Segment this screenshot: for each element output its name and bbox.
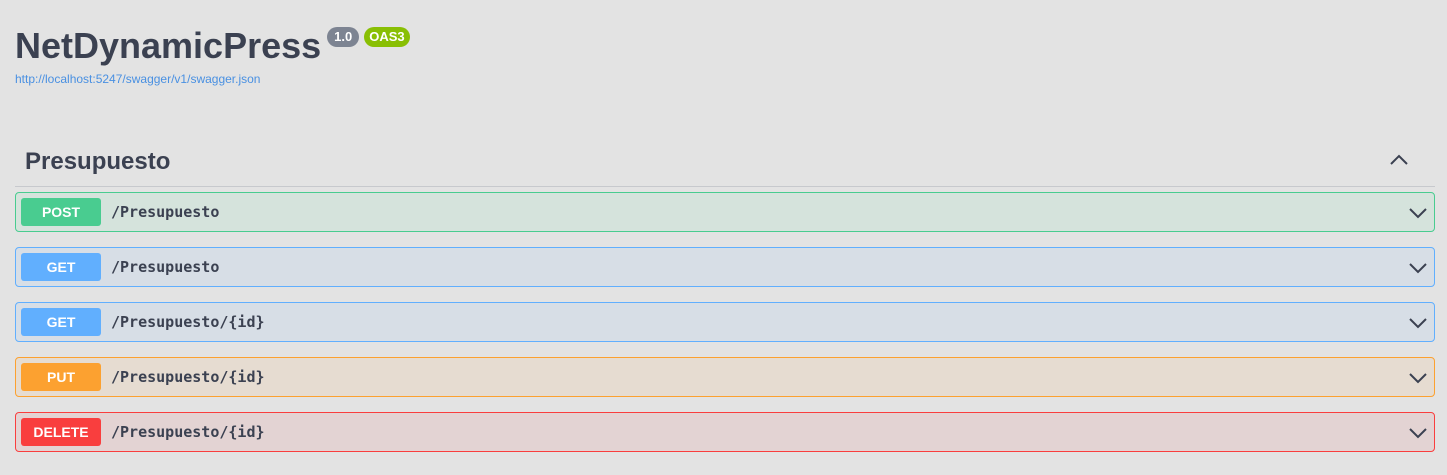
operation-post-presupuesto[interactable]: POST /Presupuesto: [15, 192, 1435, 232]
spec-url-link[interactable]: http://localhost:5247/swagger/v1/swagger…: [15, 72, 410, 86]
chevron-down-icon[interactable]: [1408, 368, 1428, 388]
method-badge: GET: [21, 308, 101, 336]
method-badge: POST: [21, 198, 101, 226]
method-badge: GET: [21, 253, 101, 281]
chevron-down-icon[interactable]: [1408, 423, 1428, 443]
swagger-ui-page: NetDynamicPress 1.0 OAS3 http://localhos…: [0, 0, 1447, 475]
operation-get-presupuesto[interactable]: GET /Presupuesto: [15, 247, 1435, 287]
api-title: NetDynamicPress: [15, 25, 322, 66]
operation-delete-presupuesto-id[interactable]: DELETE /Presupuesto/{id}: [15, 412, 1435, 452]
operation-put-presupuesto-id[interactable]: PUT /Presupuesto/{id}: [15, 357, 1435, 397]
operations-list: POST /Presupuesto GET /Presupuesto GET /…: [15, 192, 1435, 452]
version-badge: 1.0: [327, 27, 360, 47]
operation-path: /Presupuesto/{id}: [111, 423, 265, 441]
operation-path: /Presupuesto: [111, 203, 220, 221]
chevron-down-icon[interactable]: [1408, 203, 1428, 223]
tag-section-presupuesto: Presupuesto POST /Presupuesto GET /Presu…: [15, 135, 1435, 467]
chevron-down-icon[interactable]: [1408, 258, 1428, 278]
operation-path: /Presupuesto: [111, 258, 220, 276]
method-badge: DELETE: [21, 418, 101, 446]
operation-get-presupuesto-id[interactable]: GET /Presupuesto/{id}: [15, 302, 1435, 342]
chevron-up-icon[interactable]: [1389, 150, 1409, 170]
tag-title: Presupuesto: [25, 148, 171, 175]
title-row: NetDynamicPress 1.0 OAS3: [15, 24, 410, 68]
tag-header[interactable]: Presupuesto: [15, 135, 1435, 187]
chevron-down-icon[interactable]: [1408, 313, 1428, 333]
oas-badge: OAS3: [364, 27, 410, 47]
api-info: NetDynamicPress 1.0 OAS3 http://localhos…: [15, 24, 410, 86]
method-badge: PUT: [21, 363, 101, 391]
operation-path: /Presupuesto/{id}: [111, 313, 265, 331]
operation-path: /Presupuesto/{id}: [111, 368, 265, 386]
